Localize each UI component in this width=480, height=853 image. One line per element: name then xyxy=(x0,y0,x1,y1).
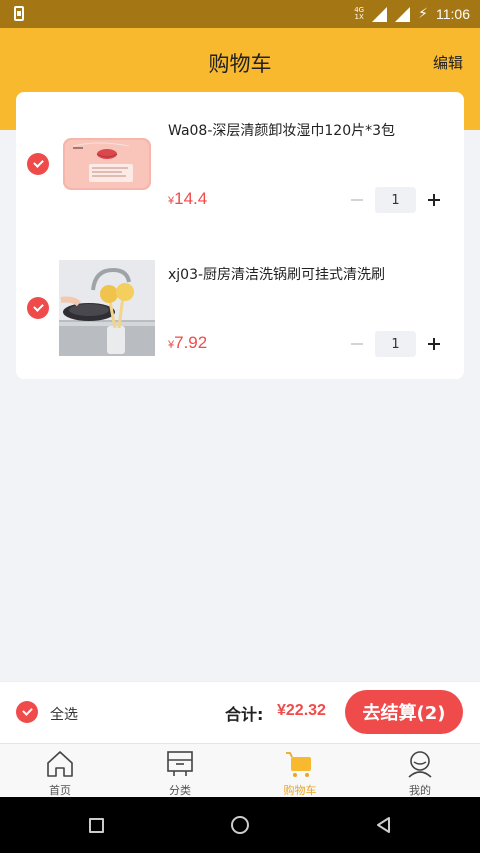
signal-icon xyxy=(372,6,388,22)
tab-cart[interactable]: 购物车 xyxy=(240,744,360,798)
network-type: 4G 1X xyxy=(354,7,364,21)
cart-item: xj03-厨房清洁洗锅刷可挂式清洗刷 ¥7.92 1 xyxy=(16,236,464,376)
product-title[interactable]: xj03-厨房清洁洗锅刷可挂式清洗刷 xyxy=(168,264,385,284)
edit-button[interactable]: 编辑 xyxy=(433,52,463,73)
square-icon xyxy=(88,817,104,833)
signal-icon-2 xyxy=(395,6,411,22)
status-time: 11:06 xyxy=(436,6,470,22)
price-value: 14.4 xyxy=(174,189,208,208)
quantity-stepper: 1 xyxy=(351,331,440,357)
page-title: 购物车 xyxy=(208,52,272,76)
product-price: ¥7.92 xyxy=(168,333,207,353)
decrease-button[interactable] xyxy=(351,343,363,345)
decrease-button[interactable] xyxy=(351,199,363,201)
tab-label: 购物车 xyxy=(283,784,317,797)
product-image[interactable] xyxy=(59,116,155,212)
item-check-icon[interactable] xyxy=(27,297,49,319)
pot-brush-image xyxy=(59,260,155,356)
quantity-input[interactable]: 1 xyxy=(375,331,416,357)
back-button[interactable] xyxy=(370,811,398,839)
home-nav-button[interactable] xyxy=(226,811,254,839)
makeup-wipes-image xyxy=(59,116,155,212)
status-bar: 4G 1X ⚡ 11:06 xyxy=(0,0,480,28)
tab-category[interactable]: 分类 xyxy=(120,744,240,798)
recent-apps-button[interactable] xyxy=(82,811,110,839)
cart-list: Wa08-深层清颜卸妆湿巾120片*3包 ¥14.4 1 xj03-厨房清洁洗锅… xyxy=(16,92,464,379)
select-all-check-icon[interactable] xyxy=(16,701,38,723)
cart-item: Wa08-深层清颜卸妆湿巾120片*3包 ¥14.4 1 xyxy=(16,92,464,232)
tab-bar: 首页 分类 购物车 我的 xyxy=(0,743,480,797)
product-image[interactable] xyxy=(59,260,155,356)
increase-button[interactable] xyxy=(428,194,440,206)
quantity-stepper: 1 xyxy=(351,187,440,213)
tab-home[interactable]: 首页 xyxy=(0,744,120,798)
product-title[interactable]: Wa08-深层清颜卸妆湿巾120片*3包 xyxy=(168,120,395,140)
increase-button[interactable] xyxy=(428,338,440,350)
tab-label: 分类 xyxy=(169,784,191,797)
item-check-icon[interactable] xyxy=(27,153,49,175)
quantity-input[interactable]: 1 xyxy=(375,187,416,213)
cart-icon xyxy=(286,752,311,777)
battery-charging-icon: ⚡ xyxy=(418,6,428,22)
checkout-button[interactable]: 去结算(2) xyxy=(345,690,463,734)
total-label: 合计: xyxy=(225,705,264,724)
tab-profile[interactable]: 我的 xyxy=(360,744,480,798)
circle-icon xyxy=(231,816,249,834)
price-value: 7.92 xyxy=(174,333,208,352)
system-nav-bar xyxy=(0,797,480,853)
product-price: ¥14.4 xyxy=(168,189,207,209)
network-type-bottom: 1X xyxy=(354,13,364,21)
category-icon xyxy=(167,751,193,776)
total-value: ¥22.32 xyxy=(277,702,326,719)
checkout-bar: 全选 合计: ¥22.32 去结算(2) xyxy=(0,681,480,743)
back-triangle-icon xyxy=(377,817,390,833)
profile-icon xyxy=(408,751,432,778)
tab-label: 我的 xyxy=(409,784,431,797)
sim-icon xyxy=(14,6,24,21)
tab-label: 首页 xyxy=(49,784,71,797)
select-all-label[interactable]: 全选 xyxy=(50,704,78,724)
home-icon xyxy=(47,751,73,777)
